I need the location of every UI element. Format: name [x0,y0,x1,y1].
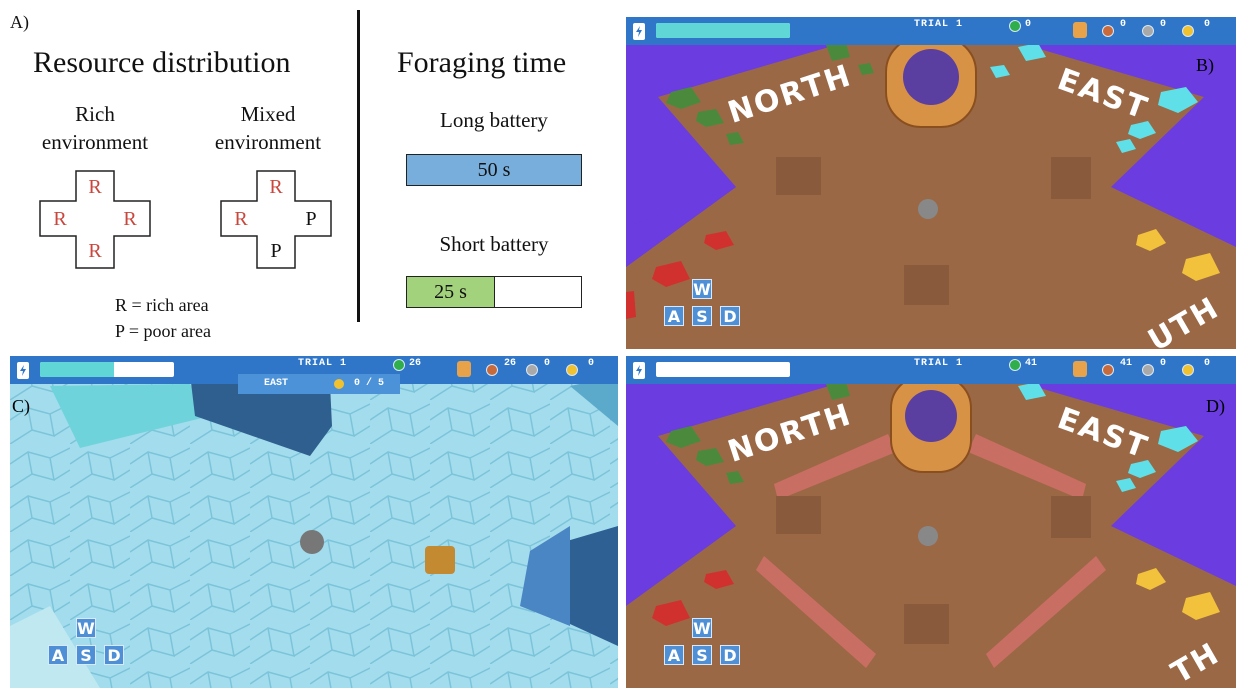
long-battery-bar: 50 s [406,154,582,186]
battery-icon [633,23,645,40]
battery-bar [656,362,790,377]
area-name: EAST [264,378,289,389]
coin-count: 0 [1025,19,1032,30]
key-s[interactable]: S [76,645,96,665]
short-battery-value: 25 s [434,280,467,303]
mixed-label-line2: environment [214,130,322,154]
coin-count: 41 [1025,358,1038,369]
trial-label: TRIAL 1 [914,358,964,369]
key-w[interactable]: W [692,618,712,638]
panel-b-letter: B) [1196,55,1214,75]
coin-icon [1009,20,1021,32]
long-battery-value: 50 s [477,158,511,181]
gold-count: 0 [1204,358,1211,369]
mixed-cell-right: P [305,207,317,230]
coin-icon [393,359,405,371]
gold-count: 0 [588,358,595,369]
rich-cross-diagram: R R R R [39,170,151,282]
area-progress: 0 / 5 [354,378,385,389]
rich-label-line1: Rich [75,102,115,126]
silver-medal-icon [1142,25,1154,37]
key-d[interactable]: D [720,645,740,665]
rich-cell-right: R [123,207,137,230]
key-a[interactable]: A [664,306,684,326]
key-d[interactable]: D [720,306,740,326]
panel-d-hud: TRIAL 1 41 41 0 0 [626,356,1236,384]
battery-icon [633,362,645,379]
long-battery-label: Long battery [440,108,548,132]
bronze-medal-icon [1102,25,1114,37]
rich-label-line2: environment [41,130,149,154]
short-battery-label: Short battery [439,232,549,256]
battery-icon [17,362,29,379]
mixed-cell-left: R [234,207,248,230]
panel-d-scene [626,375,1236,688]
panel-c-scene [10,356,618,688]
gold-count: 0 [1204,19,1211,30]
backpack-icon [1073,22,1087,38]
short-battery-bar: 25 s [406,276,582,308]
panel-c-game: TRIAL 1 26 26 0 0 EAST 0 / 5 C) W A S D [10,356,618,688]
bronze-count: 0 [1120,19,1127,30]
trial-label: TRIAL 1 [298,358,348,369]
battery-bar-fill [656,23,790,38]
rich-cell-left: R [53,207,67,230]
legend-poor: P = poor area [115,321,211,341]
key-a[interactable]: A [48,645,68,665]
backpack-icon [457,361,471,377]
key-s[interactable]: S [692,645,712,665]
resource-distribution-title: Resource distribution [33,46,291,79]
rich-cell-bottom: R [88,239,102,262]
mixed-cell-top: R [269,175,283,198]
bronze-count: 41 [1120,358,1133,369]
legend-rich: R = rich area [115,295,209,315]
gold-medal-icon [1182,364,1194,376]
panel-a-letter: A) [10,12,29,32]
backpack-icon [1073,361,1087,377]
battery-bar [656,23,790,38]
panel-d-letter: D) [1206,396,1225,416]
silver-medal-icon [1142,364,1154,376]
mixed-label-line1: Mixed [240,102,296,126]
resource-icon [334,379,344,389]
panel-b-hud: TRIAL 1 0 0 0 0 [626,17,1236,45]
area-status-box: EAST 0 / 5 [238,374,400,394]
bronze-medal-icon [1102,364,1114,376]
panel-d-game: NORTH EAST TH TRIAL 1 41 41 0 0 D) W A S… [626,356,1236,688]
key-a[interactable]: A [664,645,684,665]
gold-medal-icon [1182,25,1194,37]
key-w[interactable]: W [692,279,712,299]
coin-icon [1009,359,1021,371]
silver-count: 0 [1160,19,1167,30]
mixed-cross-diagram: R R P P [220,170,332,282]
key-s[interactable]: S [692,306,712,326]
vertical-divider [357,10,360,322]
mixed-environment-label: Mixed environment [203,100,333,156]
panel-b-scene [626,36,1236,349]
silver-medal-icon [526,364,538,376]
key-w[interactable]: W [76,618,96,638]
foraging-time-title: Foraging time [397,46,567,79]
coin-count: 26 [409,358,422,369]
trial-label: TRIAL 1 [914,19,964,30]
silver-count: 0 [1160,358,1167,369]
area-legend: R = rich area P = poor area [115,292,211,344]
key-d[interactable]: D [104,645,124,665]
silver-count: 0 [544,358,551,369]
panel-b-game: NORTH EAST UTH TRIAL 1 0 0 0 0 B) W A S … [626,17,1236,349]
panel-c-letter: C) [12,396,30,416]
bronze-count: 26 [504,358,517,369]
gold-medal-icon [566,364,578,376]
mixed-cell-bottom: P [270,239,282,262]
battery-bar [40,362,174,377]
bronze-medal-icon [486,364,498,376]
rich-cell-top: R [88,175,102,198]
rich-environment-label: Rich environment [30,100,160,156]
battery-bar-fill [40,362,114,377]
